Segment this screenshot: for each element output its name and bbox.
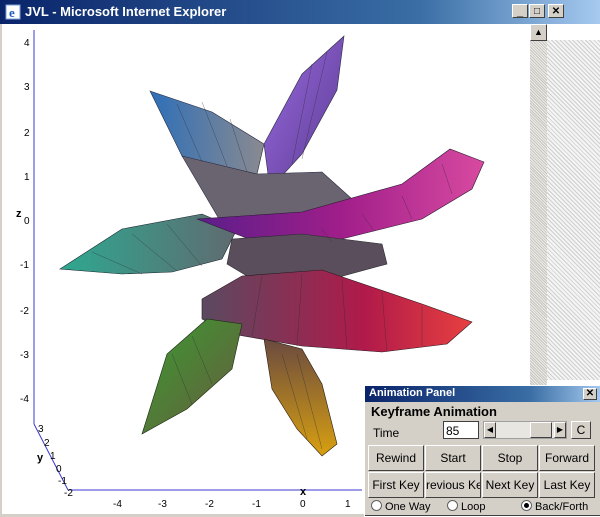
animation-panel-title-bar: Animation Panel ✕: [365, 386, 600, 402]
radio-one-way[interactable]: One Way: [371, 500, 430, 513]
surface-blade-orange: [263, 338, 338, 457]
z-tick: 2: [24, 128, 30, 139]
y-tick: 2: [44, 438, 50, 449]
radio-one-way-label: One Way: [385, 501, 431, 513]
surface-disc-red: [201, 269, 473, 353]
x-tick: 1: [345, 499, 351, 510]
y-tick: 0: [56, 464, 62, 475]
x-tick: -1: [252, 499, 261, 510]
start-button[interactable]: Start: [425, 445, 481, 471]
c-button[interactable]: C: [571, 421, 591, 439]
surface-blade-purple: [263, 35, 345, 190]
y-tick: 3: [38, 424, 44, 435]
radio-back-forth[interactable]: Back/Forth: [521, 500, 588, 513]
z-tick: -3: [20, 350, 29, 361]
z-tick: 4: [24, 38, 30, 49]
z-axis-label: z: [16, 208, 22, 220]
svg-text:e: e: [9, 5, 15, 20]
title-bar: e JVL - Microsoft Internet Explorer _ □ …: [0, 0, 600, 24]
y-axis-label: y: [37, 452, 44, 464]
z-tick: -4: [20, 394, 29, 405]
z-tick: 0: [24, 216, 30, 227]
stop-button[interactable]: Stop: [482, 445, 538, 471]
keyframe-heading: Keyframe Animation: [371, 404, 497, 419]
scroll-up-arrow-icon[interactable]: ▲: [530, 24, 547, 41]
x-tick: -3: [158, 499, 167, 510]
forward-button[interactable]: Forward: [539, 445, 595, 471]
maximize-button[interactable]: □: [529, 4, 545, 18]
radio-loop[interactable]: Loop: [447, 500, 485, 513]
time-input[interactable]: 85: [443, 421, 479, 439]
minimize-button[interactable]: _: [512, 4, 528, 18]
last-key-button[interactable]: Last Key: [539, 472, 595, 498]
surface-blade-blue: [149, 90, 265, 175]
hatched-background: [547, 40, 600, 380]
previous-key-button[interactable]: revious Ke: [425, 472, 481, 498]
time-slider[interactable]: ◀ ▶: [483, 421, 567, 439]
radio-dot-icon: [371, 500, 382, 511]
radio-dot-icon: [447, 500, 458, 511]
z-tick: 1: [24, 172, 30, 183]
radio-dot-selected-icon: [521, 500, 532, 511]
next-key-button[interactable]: Next Key: [482, 472, 538, 498]
z-tick: -2: [20, 306, 29, 317]
y-tick: -1: [58, 476, 67, 487]
x-tick: -2: [205, 499, 214, 510]
x-tick: 0: [300, 499, 306, 510]
y-tick: -2: [64, 488, 73, 499]
animation-panel: Animation Panel ✕ Keyframe Animation Tim…: [364, 385, 600, 517]
window-title: JVL - Microsoft Internet Explorer: [25, 4, 227, 19]
animation-panel-close-button[interactable]: ✕: [583, 388, 597, 400]
browser-window: e JVL - Microsoft Internet Explorer _ □ …: [0, 0, 600, 517]
z-tick: 3: [24, 82, 30, 93]
internet-explorer-icon: e: [5, 4, 21, 20]
rewind-button[interactable]: Rewind: [368, 445, 424, 471]
radio-loop-label: Loop: [461, 501, 486, 513]
y-tick: 1: [50, 451, 56, 462]
animation-panel-title: Animation Panel: [369, 387, 456, 399]
close-button[interactable]: ✕: [548, 4, 564, 18]
slider-left-arrow-icon[interactable]: ◀: [484, 422, 496, 438]
time-label: Time: [373, 426, 400, 440]
first-key-button[interactable]: First Key: [368, 472, 424, 498]
radio-back-forth-label: Back/Forth: [535, 501, 589, 513]
slider-thumb[interactable]: [530, 422, 552, 438]
slider-right-arrow-icon[interactable]: ▶: [554, 422, 566, 438]
z-tick: -1: [20, 260, 29, 271]
x-axis-label: x: [300, 486, 307, 498]
x-tick: -4: [113, 499, 122, 510]
